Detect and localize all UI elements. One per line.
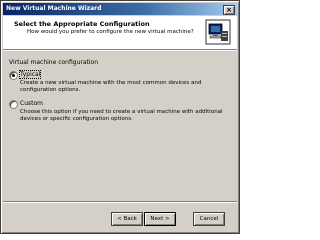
- wizard-window: New Virtual Machine Wizard × Select the …: [0, 0, 240, 234]
- back-button[interactable]: < Back: [111, 212, 143, 226]
- page-subtitle: How would you prefer to configure the ne…: [27, 29, 194, 35]
- custom-label[interactable]: Custom: [20, 100, 43, 107]
- custom-description: Choose this option if you need to create…: [20, 109, 223, 122]
- header-divider: [3, 49, 237, 51]
- window-title: New Virtual Machine Wizard: [6, 5, 102, 12]
- page-title: Select the Appropriate Configuration: [14, 20, 150, 28]
- next-button[interactable]: Next >: [144, 212, 176, 226]
- wizard-monitor-icon: [205, 19, 231, 45]
- close-button[interactable]: ×: [223, 5, 235, 15]
- header-panel: Select the Appropriate Configuration How…: [3, 16, 237, 49]
- title-bar[interactable]: New Virtual Machine Wizard ×: [3, 3, 237, 15]
- cancel-button[interactable]: Cancel: [193, 212, 225, 226]
- footer-divider: [3, 201, 237, 203]
- typical-radio[interactable]: [9, 71, 18, 80]
- config-section-label: Virtual machine configuration: [9, 59, 99, 66]
- typical-label[interactable]: Typical: [18, 70, 42, 79]
- custom-radio[interactable]: [9, 100, 18, 109]
- typical-description: Create a new virtual machine with the mo…: [20, 80, 202, 93]
